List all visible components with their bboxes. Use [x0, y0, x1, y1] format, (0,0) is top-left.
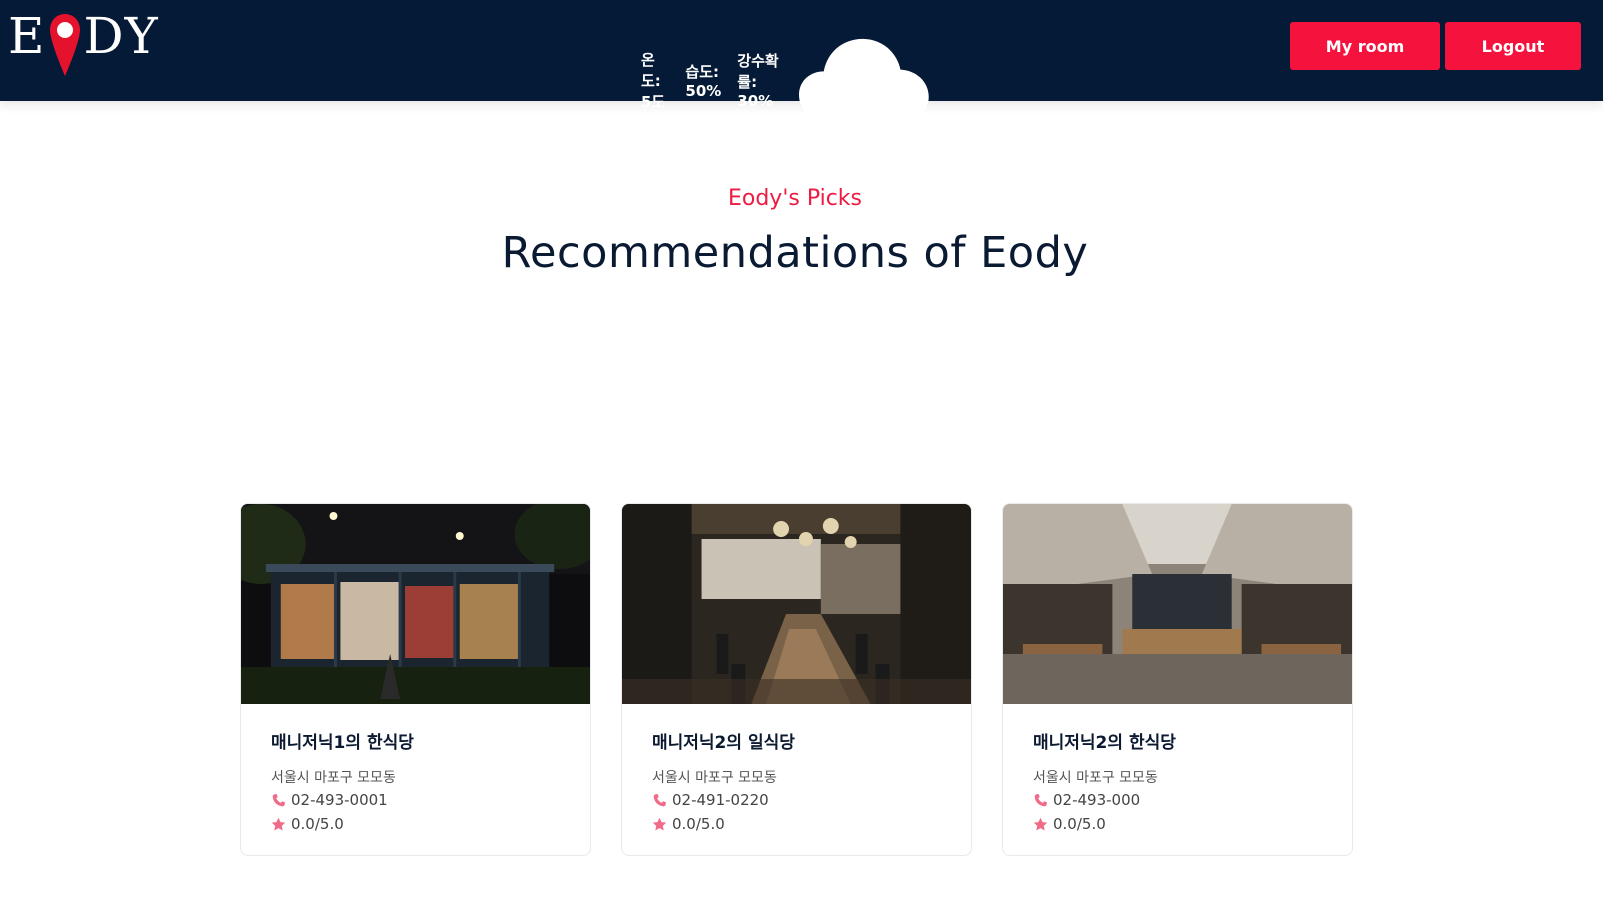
phone-number: 02-493-0001: [291, 791, 388, 809]
restaurant-address: 서울시 마포구 모모동: [271, 770, 396, 786]
cloud-icon: [799, 38, 930, 122]
restaurant-card[interactable]: 매니저닉1의 한식당 서울시 마포구 모모동 02-493-0001 0.0/5…: [240, 503, 591, 856]
section-title: Recommendations of Eody: [501, 228, 1089, 278]
my-room-button[interactable]: My room: [1290, 22, 1440, 70]
eody-logo[interactable]: E DY: [8, 6, 159, 78]
restaurant-name: 매니저닉2의 일식당: [652, 733, 795, 753]
weather-info: 온도: 5도 습도: 50% 강수확률: 30%: [641, 33, 930, 127]
temperature-text: 온도: 5도: [641, 50, 666, 111]
phone-number: 02-491-0220: [672, 791, 769, 809]
rating-value: 0.0/5.0: [291, 815, 344, 833]
korean-restaurant-interior-photo: [1003, 504, 1352, 704]
phone-icon: [653, 793, 667, 806]
restaurant-card[interactable]: 매니저닉2의 한식당 서울시 마포구 모모동 02-493-000 0.0/5.…: [1002, 503, 1353, 856]
restaurant-rating: 0.0/5.0: [1033, 815, 1106, 833]
japanese-restaurant-interior-photo: [622, 504, 971, 704]
restaurant-name: 매니저닉2의 한식당: [1033, 733, 1176, 753]
restaurant-exterior-night-photo: [241, 504, 590, 704]
logo-letter-e: E: [8, 7, 46, 65]
humidity-text: 습도: 50%: [685, 62, 722, 100]
star-icon: [271, 817, 286, 830]
top-navbar: E DY 온도: 5도 습도: 50% 강수확률: 30% My room Lo…: [0, 0, 1603, 122]
rating-value: 0.0/5.0: [1053, 815, 1106, 833]
precipitation-text: 강수확률: 30%: [737, 52, 779, 111]
logout-button[interactable]: Logout: [1445, 22, 1581, 70]
star-icon: [1033, 817, 1048, 830]
restaurant-phone: 02-493-000: [1033, 791, 1140, 809]
restaurant-phone: 02-493-0001: [271, 791, 388, 809]
phone-number: 02-493-000: [1053, 791, 1141, 809]
restaurant-rating: 0.0/5.0: [652, 815, 725, 833]
restaurant-card[interactable]: 매니저닉2의 일식당 서울시 마포구 모모동 02-491-0220 0.0/5…: [621, 503, 972, 856]
phone-icon: [1034, 793, 1048, 806]
restaurant-name: 매니저닉1의 한식당: [271, 733, 414, 753]
phone-icon: [272, 793, 286, 806]
restaurant-phone: 02-491-0220: [652, 791, 769, 809]
star-icon: [652, 817, 667, 830]
map-pin-icon: [49, 14, 80, 76]
restaurant-rating: 0.0/5.0: [271, 815, 344, 833]
logo-letters-dy: DY: [83, 7, 159, 65]
restaurant-address: 서울시 마포구 모모동: [1033, 770, 1158, 786]
restaurant-address: 서울시 마포구 모모동: [652, 770, 777, 786]
section-subtitle: Eody's Picks: [727, 186, 863, 211]
rating-value: 0.0/5.0: [672, 815, 725, 833]
